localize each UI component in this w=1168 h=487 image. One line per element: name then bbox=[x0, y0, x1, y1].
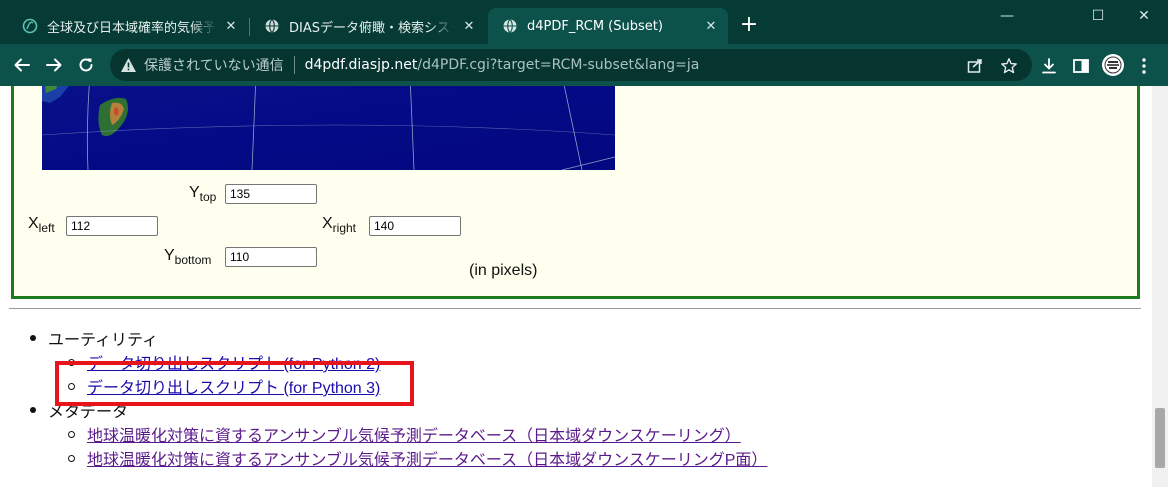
ybottom-label: Ybottom bbox=[164, 247, 212, 267]
list-item-metadata-downscaling-p: 地球温暖化対策に資するアンサンブル気候予測データベース（日本域ダウンスケーリング… bbox=[68, 446, 767, 470]
back-button[interactable] bbox=[8, 51, 36, 79]
tab-dias-search[interactable]: DIASデータ俯瞰・検索システム ✕ bbox=[250, 8, 486, 44]
tab-title: DIASデータ俯瞰・検索システム bbox=[289, 20, 454, 36]
forward-button[interactable] bbox=[40, 51, 68, 79]
metadata-downscaling-p-link[interactable]: 地球温暖化対策に資するアンサンブル気候予測データベース（日本域ダウンスケーリング… bbox=[87, 446, 767, 470]
vertical-scrollbar[interactable] bbox=[1152, 86, 1168, 487]
maximize-button[interactable]: ☐ bbox=[1078, 4, 1118, 28]
xleft-input[interactable] bbox=[66, 216, 158, 236]
highlight-box bbox=[55, 361, 414, 406]
tab-title: d4PDF_RCM (Subset) bbox=[527, 18, 663, 34]
warning-icon[interactable] bbox=[120, 56, 138, 74]
url-path: /d4PDF.cgi?target=RCM-subset&lang=ja bbox=[417, 57, 700, 73]
minimize-button[interactable]: — bbox=[987, 4, 1027, 28]
xright-input[interactable] bbox=[369, 216, 461, 236]
browser-window: 全球及び日本域確率的気候予測デ ✕ DIASデータ俯瞰・検索システム ✕ d4P… bbox=[0, 0, 1168, 487]
utility-heading: ユーティリティ bbox=[48, 332, 159, 349]
profile-avatar[interactable] bbox=[1101, 53, 1125, 77]
unit-note: (in pixels) bbox=[469, 262, 538, 279]
ytop-input[interactable] bbox=[225, 184, 317, 204]
reload-button[interactable] bbox=[72, 51, 100, 79]
bookmark-star-icon[interactable] bbox=[1000, 57, 1018, 75]
reload-icon bbox=[79, 58, 93, 72]
bullet-disc bbox=[30, 335, 36, 341]
ybottom-input[interactable] bbox=[225, 247, 317, 267]
kebab-menu-icon[interactable] bbox=[1134, 56, 1154, 76]
share-icon[interactable] bbox=[966, 57, 984, 75]
tab-strip: 全球及び日本域確率的気候予測デ ✕ DIASデータ俯瞰・検索システム ✕ d4P… bbox=[0, 0, 1168, 44]
globe-leaf-icon bbox=[22, 18, 38, 34]
arrow-right-icon bbox=[46, 58, 62, 72]
address-bar[interactable]: 保護されていない通信 d4pdf.diasjp.net /d4PDF.cgi?t… bbox=[110, 49, 1032, 81]
tab-close-icon[interactable]: ✕ bbox=[222, 17, 240, 35]
xleft-label: Xleft bbox=[28, 215, 55, 235]
bullet-disc bbox=[30, 407, 36, 413]
tab-close-icon[interactable]: ✕ bbox=[460, 17, 478, 35]
side-panel-icon[interactable] bbox=[1071, 56, 1091, 76]
region-map-image[interactable] bbox=[42, 86, 615, 170]
close-window-button[interactable]: ✕ bbox=[1124, 4, 1164, 28]
subset-selection-panel: Ytop Xleft Xright Ybottom (in pixels) bbox=[11, 86, 1140, 299]
browser-toolbar: 保護されていない通信 d4pdf.diasjp.net /d4PDF.cgi?t… bbox=[0, 44, 1168, 86]
url-host: d4pdf.diasjp.net bbox=[304, 57, 418, 73]
arrow-left-icon bbox=[14, 58, 30, 72]
scrollbar-thumb[interactable] bbox=[1155, 408, 1165, 468]
list-item-utility: ユーティリティ bbox=[30, 326, 158, 350]
list-item-metadata-downscaling: 地球温暖化対策に資するアンサンブル気候予測データベース（日本域ダウンスケーリング… bbox=[68, 422, 741, 446]
security-status-label: 保護されていない通信 bbox=[144, 58, 284, 74]
download-icon[interactable] bbox=[1039, 56, 1059, 76]
horizontal-rule bbox=[9, 308, 1141, 309]
tab-title: 全球及び日本域確率的気候予測デ bbox=[47, 20, 216, 36]
bullet-circle bbox=[68, 454, 75, 462]
bullet-circle bbox=[68, 430, 75, 438]
globe-icon bbox=[264, 18, 280, 34]
tab-d4pdf-rcm[interactable]: d4PDF_RCM (Subset) ✕ bbox=[488, 8, 728, 44]
metadata-downscaling-link[interactable]: 地球温暖化対策に資するアンサンブル気候予測データベース（日本域ダウンスケーリング… bbox=[87, 422, 741, 446]
omnibox-divider bbox=[293, 56, 295, 74]
xright-label: Xright bbox=[322, 215, 357, 235]
globe-icon bbox=[502, 18, 518, 34]
page-viewport: Ytop Xleft Xright Ybottom (in pixels) ユー… bbox=[0, 86, 1152, 487]
tab-climate-projection[interactable]: 全球及び日本域確率的気候予測デ ✕ bbox=[8, 8, 248, 44]
ytop-label: Ytop bbox=[189, 184, 217, 204]
new-tab-button[interactable]: + bbox=[736, 13, 762, 39]
tab-close-icon[interactable]: ✕ bbox=[702, 17, 720, 35]
